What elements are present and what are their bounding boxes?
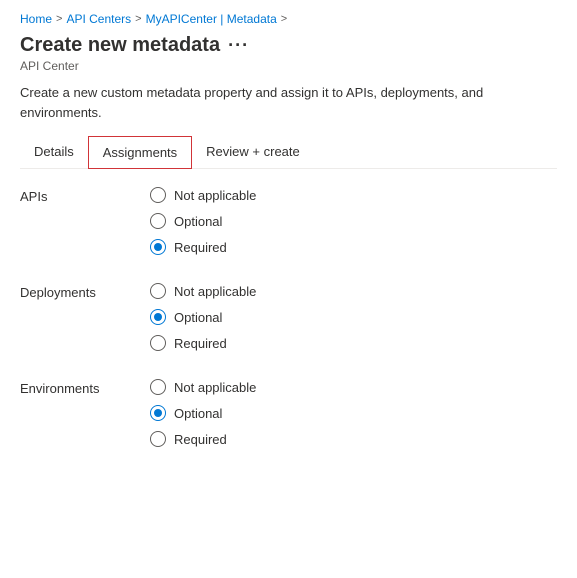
more-options-button[interactable]: ···: [228, 35, 249, 56]
radio-circle-2-1[interactable]: [150, 405, 166, 421]
breadcrumb-home[interactable]: Home: [20, 12, 52, 26]
radio-label-1-2: Required: [174, 336, 227, 351]
radio-circle-0-1[interactable]: [150, 213, 166, 229]
tab-assignments[interactable]: Assignments: [88, 136, 192, 169]
tabs-bar: Details Assignments Review + create: [20, 136, 557, 169]
radio-label-2-2: Required: [174, 432, 227, 447]
section-environments: Environments Not applicable Optional Requir…: [20, 379, 557, 447]
breadcrumb-myapicenter[interactable]: MyAPICenter | Metadata: [146, 12, 277, 26]
radio-label-0-2: Required: [174, 240, 227, 255]
sections-container: APIsNot applicableOptionalRequiredDeploy…: [20, 187, 557, 447]
radio-label-0-0: Not applicable: [174, 188, 256, 203]
breadcrumb-api-centers[interactable]: API Centers: [66, 12, 131, 26]
section-label-1: Deployments: [20, 283, 150, 351]
page-description: Create a new custom metadata property an…: [20, 83, 557, 122]
radio-item-2-1[interactable]: Optional: [150, 405, 256, 421]
radio-item-0-2[interactable]: Required: [150, 239, 256, 255]
radio-item-1-2[interactable]: Required: [150, 335, 256, 351]
radio-label-0-1: Optional: [174, 214, 222, 229]
radio-circle-0-0[interactable]: [150, 187, 166, 203]
radio-item-0-0[interactable]: Not applicable: [150, 187, 256, 203]
radio-item-0-1[interactable]: Optional: [150, 213, 256, 229]
radio-group-0: Not applicable Optional Required: [150, 187, 256, 255]
page-title: Create new metadata: [20, 34, 220, 57]
radio-item-1-0[interactable]: Not applicable: [150, 283, 256, 299]
radio-item-1-1[interactable]: Optional: [150, 309, 256, 325]
radio-item-2-0[interactable]: Not applicable: [150, 379, 256, 395]
section-apis: APIs Not applicable Optional Required: [20, 187, 557, 255]
breadcrumb-sep-3: >: [281, 13, 287, 25]
radio-label-1-1: Optional: [174, 310, 222, 325]
radio-circle-2-0[interactable]: [150, 379, 166, 395]
breadcrumb: Home > API Centers > MyAPICenter | Metad…: [20, 12, 557, 26]
tab-details[interactable]: Details: [20, 136, 88, 169]
page-subtitle: API Center: [20, 59, 557, 73]
tab-review[interactable]: Review + create: [192, 136, 314, 169]
breadcrumb-sep-2: >: [135, 13, 141, 25]
radio-circle-2-2[interactable]: [150, 431, 166, 447]
radio-group-2: Not applicable Optional Required: [150, 379, 256, 447]
radio-group-1: Not applicable Optional Required: [150, 283, 256, 351]
breadcrumb-sep-1: >: [56, 13, 62, 25]
radio-label-1-0: Not applicable: [174, 284, 256, 299]
section-deployments: Deployments Not applicable Optional Require…: [20, 283, 557, 351]
radio-label-2-1: Optional: [174, 406, 222, 421]
radio-circle-1-2[interactable]: [150, 335, 166, 351]
radio-circle-1-0[interactable]: [150, 283, 166, 299]
radio-label-2-0: Not applicable: [174, 380, 256, 395]
radio-circle-1-1[interactable]: [150, 309, 166, 325]
section-label-2: Environments: [20, 379, 150, 447]
section-label-0: APIs: [20, 187, 150, 255]
radio-item-2-2[interactable]: Required: [150, 431, 256, 447]
radio-circle-0-2[interactable]: [150, 239, 166, 255]
page-title-row: Create new metadata ···: [20, 34, 557, 57]
